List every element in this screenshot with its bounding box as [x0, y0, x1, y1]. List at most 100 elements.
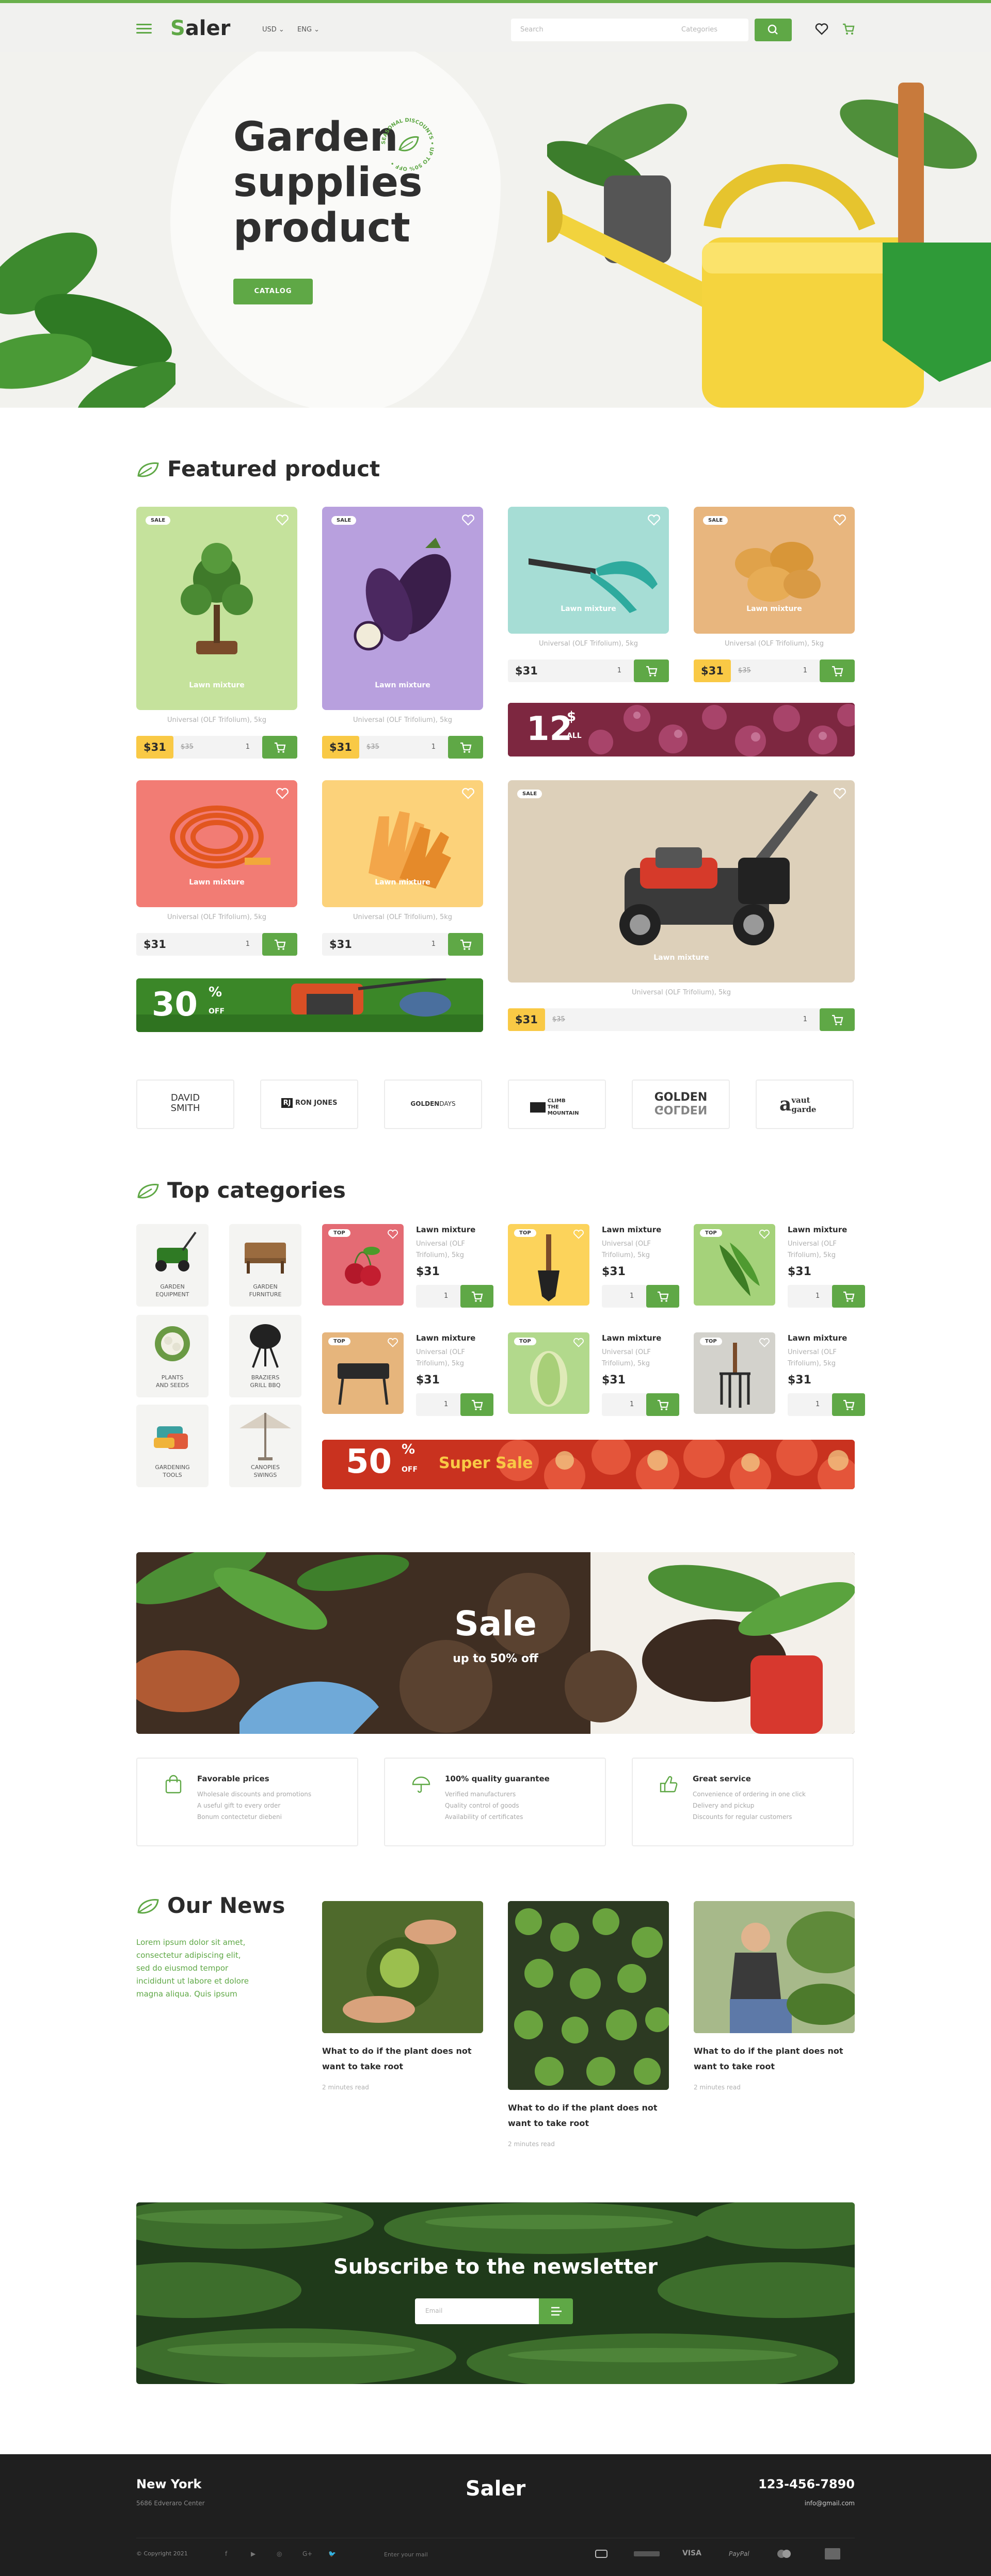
currency-select[interactable]: USD ⌄ [262, 26, 284, 34]
add-to-cart-button[interactable] [262, 736, 297, 759]
heart-icon[interactable] [759, 1229, 770, 1239]
category-tile[interactable]: GARDENING TOOLS [136, 1405, 209, 1487]
heart-icon[interactable] [759, 1338, 770, 1348]
top-product-name[interactable]: Lawn mixture [602, 1333, 661, 1343]
top-product-name[interactable]: Lawn mixture [416, 1333, 475, 1343]
product-card-image[interactable]: Lawn mixture [508, 507, 669, 634]
category-tile[interactable]: BRAZIERS GRILL BBQ [229, 1315, 301, 1397]
menu-icon[interactable] [136, 24, 152, 34]
product-card-image[interactable]: SALE Lawn mixture [136, 507, 297, 710]
brand-climb-the-mountain[interactable]: CLIMB THE MOUNTAIN [508, 1080, 606, 1129]
news-item-title[interactable]: What to do if the plant does not want to… [508, 2100, 673, 2131]
newsletter-email-input[interactable]: Email [415, 2298, 539, 2324]
social-google-icon[interactable]: G+ [302, 2550, 312, 2557]
footer-mail-input[interactable]: Enter your mail [384, 2551, 428, 2558]
category-tile[interactable]: GARDEN EQUIPMENT [136, 1224, 209, 1307]
product-card-image[interactable]: SALE Lawn mixture [694, 507, 855, 634]
social-twitter-icon[interactable]: 🐦 [328, 2550, 336, 2557]
product-card-image[interactable]: Lawn mixture [322, 780, 483, 907]
cart-icon[interactable] [841, 22, 856, 36]
sale-banner[interactable]: Sale up to 50% off [136, 1552, 855, 1734]
quantity-stepper[interactable]: 1 [803, 1008, 807, 1031]
super-sale-banner[interactable]: 50 % OFF Super Sale [322, 1440, 855, 1489]
top-product-name[interactable]: Lawn mixture [788, 1225, 847, 1234]
heart-icon[interactable] [387, 1229, 398, 1239]
heart-icon[interactable] [814, 22, 829, 36]
add-to-cart-button[interactable] [646, 1285, 679, 1308]
news-item-title[interactable]: What to do if the plant does not want to… [322, 2043, 487, 2074]
top-product-name[interactable]: Lawn mixture [788, 1333, 847, 1343]
news-image-1[interactable] [322, 1901, 483, 2033]
add-to-cart-button[interactable] [262, 933, 297, 956]
social-youtube-icon[interactable]: ▶ [251, 2550, 255, 2557]
news-image-2[interactable] [508, 1901, 669, 2090]
top-product-name[interactable]: Lawn mixture [602, 1225, 661, 1234]
quantity-stepper[interactable]: 1 [816, 1393, 820, 1416]
add-to-cart-button[interactable] [460, 1393, 493, 1416]
product-card-image[interactable]: SALE Lawn mixture [322, 507, 483, 710]
top-product-image[interactable]: TOP [694, 1224, 775, 1306]
add-to-cart-button[interactable] [820, 659, 855, 682]
promo-banner-30[interactable]: 30 % OFF [136, 978, 483, 1032]
quantity-stepper[interactable]: 1 [617, 659, 621, 682]
product-card-image[interactable]: Lawn mixture [136, 780, 297, 907]
top-product-image[interactable]: TOP [508, 1224, 589, 1306]
search-input[interactable]: Search [520, 26, 544, 34]
footer-phone[interactable]: 123-456-7890 [754, 2477, 855, 2491]
newsletter-submit-button[interactable] [539, 2298, 573, 2324]
add-to-cart-button[interactable] [634, 659, 669, 682]
product-card-image[interactable]: SALE Lawn mixture [508, 780, 855, 983]
top-product-image[interactable]: TOP [694, 1332, 775, 1414]
heart-icon[interactable] [573, 1338, 584, 1348]
heart-icon[interactable] [387, 1338, 398, 1348]
search-button[interactable] [755, 19, 792, 41]
footer-email[interactable]: info@gmail.com [754, 2500, 855, 2507]
heart-icon[interactable] [833, 514, 846, 526]
add-to-cart-button[interactable] [460, 1285, 493, 1308]
social-instagram-icon[interactable]: ◎ [277, 2550, 282, 2557]
brand-golden[interactable]: GOLDEN GOLDEN [632, 1080, 730, 1129]
quantity-stepper[interactable]: 1 [803, 659, 807, 682]
heart-icon[interactable] [461, 787, 475, 800]
category-tile[interactable]: PLANTS AND SEEDS [136, 1315, 209, 1397]
category-select[interactable]: Categories [681, 26, 717, 34]
quantity-stepper[interactable]: 1 [630, 1393, 634, 1416]
heart-icon[interactable] [647, 514, 661, 526]
news-item-title[interactable]: What to do if the plant does not want to… [694, 2043, 859, 2074]
category-tile[interactable]: CANOPIES SWINGS [229, 1405, 301, 1487]
heart-icon[interactable] [461, 514, 475, 526]
language-select[interactable]: ENG ⌄ [297, 26, 319, 34]
brand-vaut-garde[interactable]: a vaut garde [756, 1080, 854, 1129]
quantity-stepper[interactable]: 1 [431, 933, 436, 956]
brand-golden-days[interactable]: GOLDENDAYS [384, 1080, 482, 1129]
catalog-button[interactable]: CATALOG [233, 279, 313, 304]
quantity-stepper[interactable]: 1 [630, 1285, 634, 1308]
quantity-stepper[interactable]: 1 [444, 1285, 448, 1308]
site-logo[interactable]: Saler [170, 17, 230, 40]
quantity-stepper[interactable]: 1 [246, 736, 250, 759]
add-to-cart-button[interactable] [448, 736, 483, 759]
quantity-stepper[interactable]: 1 [816, 1285, 820, 1308]
heart-icon[interactable] [276, 514, 289, 526]
top-product-name[interactable]: Lawn mixture [416, 1225, 475, 1234]
promo-banner-12[interactable]: 12 $ ALL [508, 703, 855, 756]
quantity-stepper[interactable]: 1 [444, 1393, 448, 1416]
heart-icon[interactable] [573, 1229, 584, 1239]
quantity-stepper[interactable]: 1 [246, 933, 250, 956]
top-product-image[interactable]: TOP [508, 1332, 589, 1414]
quantity-stepper[interactable]: 1 [431, 736, 436, 759]
category-tile[interactable]: GARDEN FURNITURE [229, 1224, 301, 1307]
news-image-3[interactable] [694, 1901, 855, 2033]
add-to-cart-button[interactable] [820, 1008, 855, 1031]
top-product-image[interactable]: TOP [322, 1332, 404, 1414]
brand-david-smith[interactable]: DAVID SMITH [136, 1080, 234, 1129]
social-facebook-icon[interactable]: f [225, 2550, 227, 2557]
add-to-cart-button[interactable] [832, 1285, 865, 1308]
add-to-cart-button[interactable] [448, 933, 483, 956]
brand-ron-jones[interactable]: RJ RON JONES [260, 1080, 358, 1129]
add-to-cart-button[interactable] [646, 1393, 679, 1416]
heart-icon[interactable] [833, 787, 846, 800]
heart-icon[interactable] [276, 787, 289, 800]
top-product-image[interactable]: TOP [322, 1224, 404, 1306]
add-to-cart-button[interactable] [832, 1393, 865, 1416]
